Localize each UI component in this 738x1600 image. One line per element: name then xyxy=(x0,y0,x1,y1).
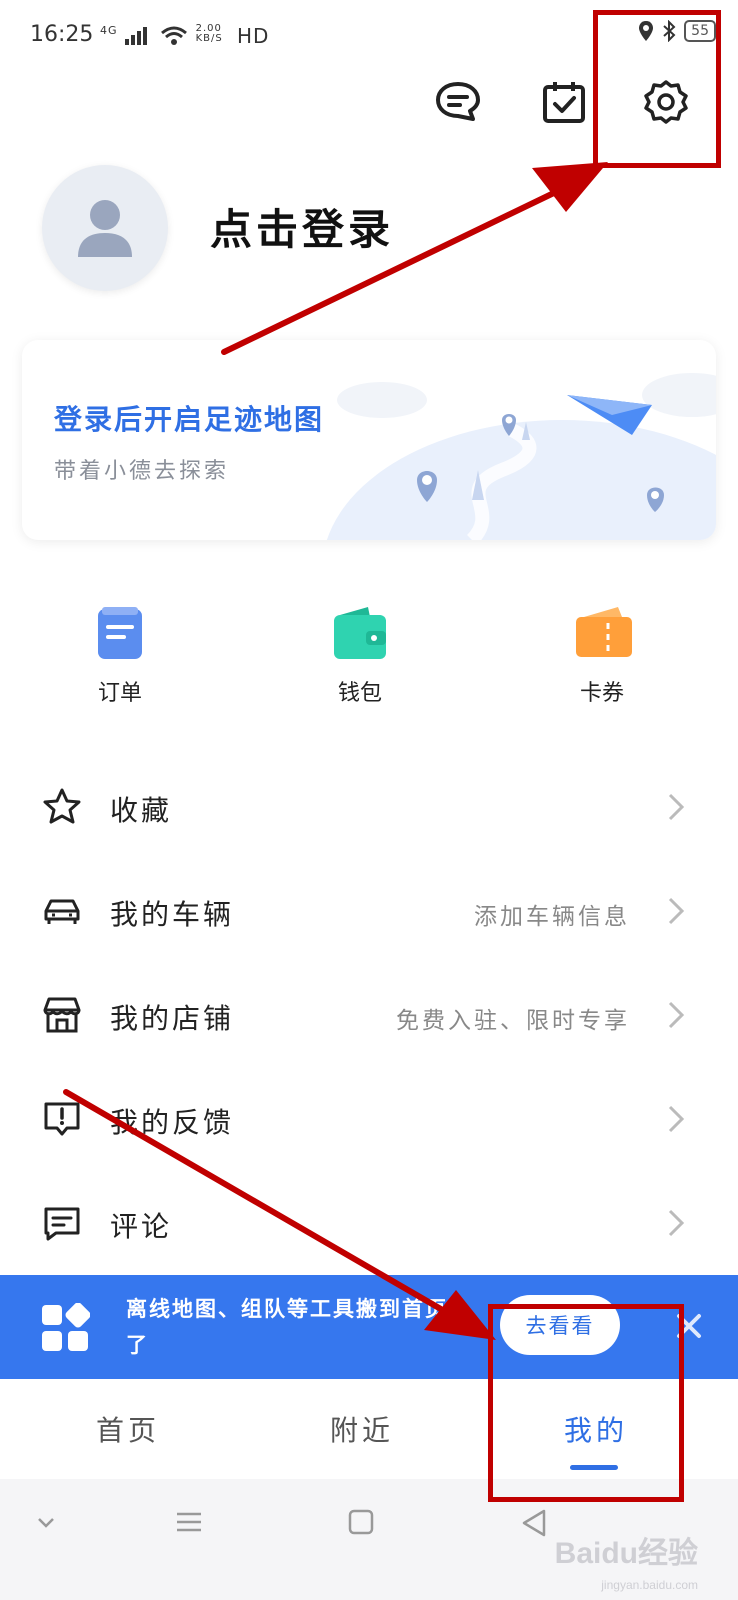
annotation-arrows xyxy=(63,162,608,1340)
